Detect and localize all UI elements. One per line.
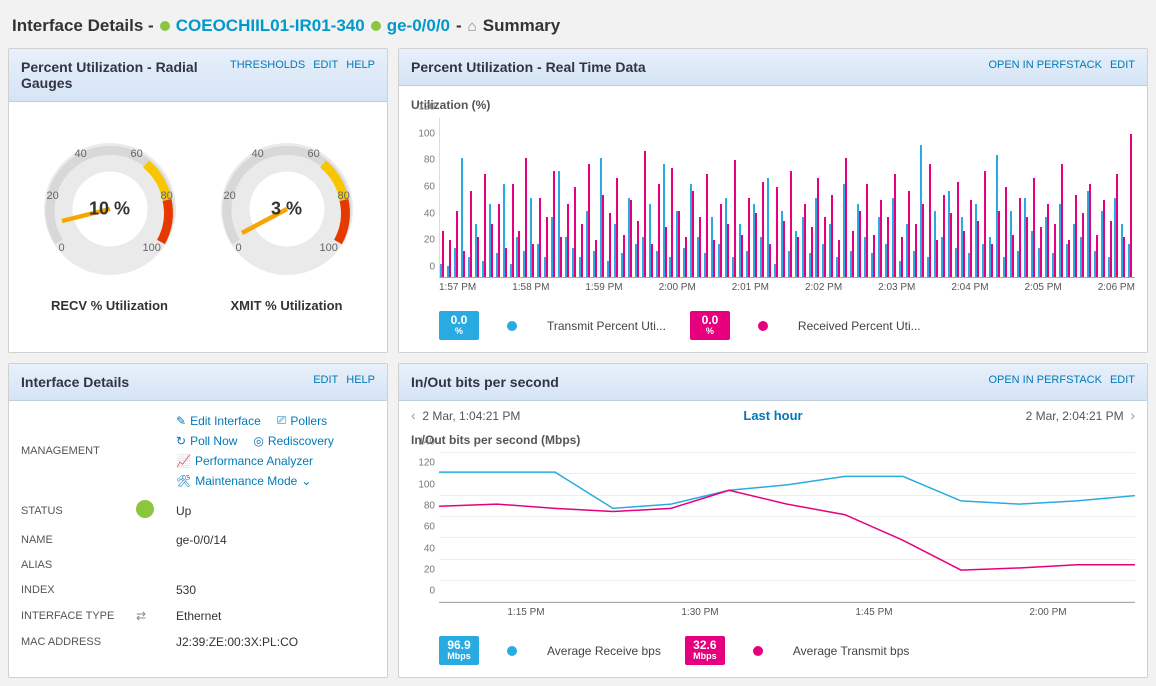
xmit-label: XMIT % Utilization bbox=[212, 298, 362, 313]
tx-legend: Average Transmit bps bbox=[793, 644, 910, 658]
mac-value: J2:39:ZE:00:3X:PL:CO bbox=[176, 635, 375, 649]
pollers-icon: ⎚ bbox=[277, 413, 287, 428]
chart-icon: 📈 bbox=[176, 454, 191, 468]
start-time: 2 Mar, 1:04:21 PM bbox=[422, 409, 520, 423]
rediscovery-link[interactable]: ◎Rediscovery bbox=[253, 434, 334, 448]
refresh-icon: ↻ bbox=[176, 434, 186, 448]
prev-button[interactable]: ‹ bbox=[411, 407, 416, 423]
open-perfstack-link[interactable]: OPEN IN PERFSTACK bbox=[988, 59, 1101, 71]
maintenance-link[interactable]: 🛠Maintenance Mode ⌄ bbox=[176, 474, 311, 488]
recv-label: RECV % Utilization bbox=[35, 298, 185, 313]
rx-badge: 96.9Mbps bbox=[439, 636, 479, 665]
breadcrumb-prefix: Interface Details - bbox=[12, 16, 154, 36]
recv-gauge: 10 % 0 20 40 60 80 100 RECV % Utilizatio… bbox=[35, 134, 185, 313]
x-axis: 1:15 PM1:30 PM1:45 PM2:00 PM bbox=[439, 607, 1135, 618]
pollers-link[interactable]: ⎚Pollers bbox=[277, 413, 327, 428]
tx-legend: Transmit Percent Uti... bbox=[547, 319, 666, 333]
chart-subtitle: In/Out bits per second (Mbps) bbox=[411, 433, 1135, 447]
gauges-panel: Percent Utilization - Radial Gauges THRE… bbox=[8, 48, 388, 353]
status-dot-icon bbox=[160, 21, 170, 31]
home-icon: ⌂ bbox=[468, 18, 477, 35]
edit-interface-link[interactable]: ✎Edit Interface bbox=[176, 413, 261, 428]
next-button[interactable]: › bbox=[1130, 407, 1135, 423]
status-up-icon bbox=[136, 500, 154, 518]
x-axis: 1:57 PM1:58 PM1:59 PM2:00 PM2:01 PM2:02 … bbox=[439, 282, 1135, 293]
tx-badge: 0.0% bbox=[439, 311, 479, 340]
breadcrumb: Interface Details - COEOCHIIL01-IR01-340… bbox=[8, 8, 1148, 48]
target-icon: ◎ bbox=[253, 434, 263, 448]
edit-link[interactable]: EDIT bbox=[1110, 374, 1135, 386]
iftype-value: Ethernet bbox=[176, 609, 375, 623]
dot-icon bbox=[507, 646, 517, 656]
rx-badge: 0.0% bbox=[690, 311, 730, 340]
pencil-icon: ✎ bbox=[176, 414, 186, 428]
wrench-icon: 🛠 bbox=[176, 474, 191, 488]
xmit-value: 3 % bbox=[271, 199, 302, 220]
realtime-panel: Percent Utilization - Real Time Data OPE… bbox=[398, 48, 1148, 353]
ethernet-icon: ⇄ bbox=[136, 609, 146, 623]
mgmt-label: MANAGEMENT bbox=[21, 445, 136, 457]
dot-icon bbox=[758, 321, 768, 331]
breadcrumb-interface[interactable]: ge-0/0/0 bbox=[387, 16, 450, 36]
chart-subtitle: Utilization (%) bbox=[411, 98, 1135, 112]
end-time: 2 Mar, 2:04:21 PM bbox=[1026, 409, 1124, 423]
details-panel: Interface Details EDIT HELP MANAGEMENT ✎… bbox=[8, 363, 388, 678]
recv-value: 10 % bbox=[89, 199, 130, 220]
rx-legend: Received Percent Uti... bbox=[798, 319, 921, 333]
panel-title: In/Out bits per second bbox=[411, 374, 559, 390]
name-value: ge-0/0/14 bbox=[176, 533, 375, 547]
help-link[interactable]: HELP bbox=[346, 374, 375, 386]
edit-link[interactable]: EDIT bbox=[313, 374, 338, 386]
perf-analyzer-link[interactable]: 📈Performance Analyzer bbox=[176, 454, 313, 468]
edit-link[interactable]: EDIT bbox=[1110, 59, 1135, 71]
open-perfstack-link[interactable]: OPEN IN PERFSTACK bbox=[988, 374, 1101, 386]
breadcrumb-page: Summary bbox=[483, 16, 560, 36]
index-value: 530 bbox=[176, 583, 375, 597]
panel-title: Percent Utilization - Radial Gauges bbox=[21, 59, 230, 91]
period-select[interactable]: Last hour bbox=[743, 408, 802, 423]
y-axis: 020406080100120 bbox=[411, 118, 439, 278]
status-dot-icon bbox=[371, 21, 381, 31]
tx-badge: 32.6Mbps bbox=[685, 636, 725, 665]
breadcrumb-node[interactable]: COEOCHIIL01-IR01-340 bbox=[176, 16, 365, 36]
help-link[interactable]: HELP bbox=[346, 59, 375, 71]
dot-icon bbox=[753, 646, 763, 656]
line-chart: 020406080100120140 bbox=[439, 453, 1135, 603]
breadcrumb-sep: - bbox=[456, 16, 462, 36]
panel-title: Interface Details bbox=[21, 374, 129, 390]
xmit-gauge: 3 % 0 20 40 60 80 100 XMIT % Utilization bbox=[212, 134, 362, 313]
dot-icon bbox=[507, 321, 517, 331]
chevron-down-icon: ⌄ bbox=[301, 474, 311, 488]
inout-panel: In/Out bits per second OPEN IN PERFSTACK… bbox=[398, 363, 1148, 678]
status-value: Up bbox=[176, 504, 375, 518]
panel-title: Percent Utilization - Real Time Data bbox=[411, 59, 646, 75]
realtime-chart bbox=[439, 118, 1135, 278]
edit-link[interactable]: EDIT bbox=[313, 59, 338, 71]
rx-legend: Average Receive bps bbox=[547, 644, 661, 658]
pollnow-link[interactable]: ↻Poll Now bbox=[176, 434, 237, 448]
thresholds-link[interactable]: THRESHOLDS bbox=[230, 59, 305, 71]
